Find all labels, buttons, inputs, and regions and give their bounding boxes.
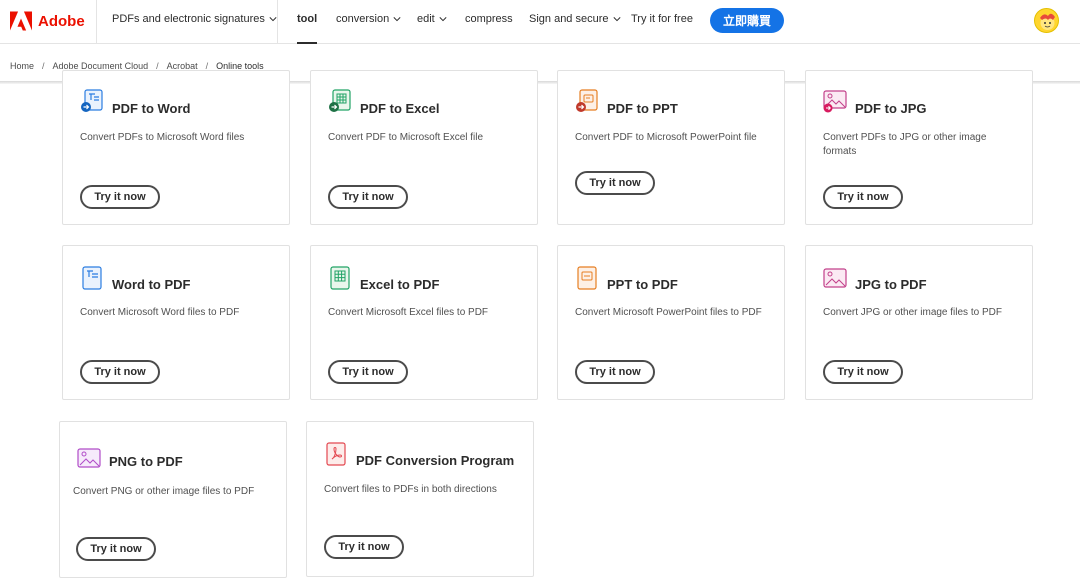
- card-title: PPT to PDF: [607, 277, 678, 292]
- nav-divider: [277, 0, 278, 44]
- excel-to-pdf-icon: [330, 266, 350, 290]
- card-description: Convert Microsoft Word files to PDF: [80, 307, 240, 318]
- adobe-logo-link[interactable]: Adobe: [10, 10, 85, 32]
- nav-sign-secure-menu[interactable]: Sign and secure: [529, 13, 621, 25]
- png-to-pdf-icon: [77, 448, 101, 468]
- try-it-now-button[interactable]: Try it now: [80, 185, 160, 209]
- pdf-to-excel-icon: [329, 89, 351, 112]
- card-description: Convert files to PDFs in both directions: [324, 484, 497, 495]
- card-title: Word to PDF: [112, 277, 191, 292]
- breadcrumb-home[interactable]: Home: [10, 61, 34, 71]
- tool-card-pdf-to-word[interactable]: PDF to Word Convert PDFs to Microsoft Wo…: [62, 70, 290, 225]
- card-title: PDF to JPG: [855, 101, 927, 116]
- try-it-now-button[interactable]: Try it now: [575, 360, 655, 384]
- nav-tool-tab[interactable]: tool: [297, 13, 317, 25]
- chevron-down-icon: [439, 17, 447, 22]
- try-it-now-button[interactable]: Try it now: [823, 360, 903, 384]
- try-it-now-button[interactable]: Try it now: [328, 360, 408, 384]
- card-title: PDF to Excel: [360, 101, 440, 116]
- jpg-to-pdf-icon: [823, 268, 847, 288]
- nav-sign-secure-label: Sign and secure: [529, 13, 609, 25]
- card-title: JPG to PDF: [855, 277, 927, 292]
- card-title: PDF to PPT: [607, 101, 678, 116]
- pdf-to-word-icon: [81, 89, 103, 112]
- tool-card-pdf-to-excel[interactable]: PDF to Excel Convert PDF to Microsoft Ex…: [310, 70, 538, 225]
- nav-try-free-link[interactable]: Try it for free: [631, 13, 693, 25]
- nav-tool-label: tool: [297, 13, 318, 25]
- card-description: Convert PDF to Microsoft PowerPoint file: [575, 132, 757, 143]
- breadcrumb-separator: /: [42, 61, 45, 71]
- card-description: Convert Microsoft Excel files to PDF: [328, 307, 489, 318]
- nav-divider: [96, 0, 97, 44]
- buy-now-button[interactable]: 立即購買: [710, 8, 784, 33]
- tool-card-ppt-to-pdf[interactable]: PPT to PDF Convert Microsoft PowerPoint …: [557, 245, 785, 400]
- card-description: Convert PDFs to JPG or other image forma…: [823, 132, 987, 157]
- tool-card-pdf-to-jpg[interactable]: PDF to JPG Convert PDFs to JPG or other …: [805, 70, 1033, 225]
- card-description: Convert Microsoft PowerPoint files to PD…: [575, 307, 762, 318]
- card-title: Excel to PDF: [360, 277, 440, 292]
- try-it-now-button[interactable]: Try it now: [324, 535, 404, 559]
- nav-conversion-label: conversion: [336, 13, 390, 25]
- avatar-face-icon: [1040, 13, 1055, 30]
- pdf-to-jpg-icon: [823, 90, 847, 113]
- nav-pdfs-esign-menu[interactable]: PDFs and electronic signatures: [112, 13, 277, 25]
- card-title: PDF Conversion Program: [356, 453, 515, 468]
- chevron-down-icon: [393, 17, 401, 22]
- card-title: PDF to Word: [112, 101, 191, 116]
- tool-card-png-to-pdf[interactable]: PNG to PDF Convert PNG or other image fi…: [59, 421, 287, 578]
- try-it-now-button[interactable]: Try it now: [328, 185, 408, 209]
- card-description: Convert PDF to Microsoft Excel file: [328, 132, 484, 143]
- nav-compress-label: compress: [465, 13, 513, 25]
- top-navigation: Adobe PDFs and electronic signatures too…: [0, 0, 1080, 44]
- chevron-down-icon: [269, 17, 277, 22]
- nav-edit-menu[interactable]: edit: [417, 13, 447, 25]
- nav-pdfs-esign-label: PDFs and electronic signatures: [112, 13, 265, 25]
- try-it-now-button[interactable]: Try it now: [575, 171, 655, 195]
- card-description: Convert PDFs to Microsoft Word files: [80, 132, 245, 143]
- card-title: PNG to PDF: [109, 454, 183, 469]
- adobe-logo-icon: [10, 11, 32, 31]
- tool-card-pdf-to-ppt[interactable]: PDF to PPT Convert PDF to Microsoft Powe…: [557, 70, 785, 225]
- try-it-now-button[interactable]: Try it now: [823, 185, 903, 209]
- active-tab-indicator: [297, 42, 317, 44]
- tool-card-pdf-conversion-program[interactable]: PDF Conversion Program Convert files to …: [306, 421, 534, 577]
- pdf-to-ppt-icon: [576, 89, 598, 112]
- tool-card-excel-to-pdf[interactable]: Excel to PDF Convert Microsoft Excel fil…: [310, 245, 538, 400]
- nav-compress-link[interactable]: compress: [465, 13, 513, 25]
- nav-try-free-label: Try it for free: [631, 13, 693, 25]
- chevron-down-icon: [612, 17, 621, 22]
- card-description: Convert JPG or other image files to PDF: [823, 307, 1002, 318]
- ppt-to-pdf-icon: [577, 266, 597, 290]
- tool-card-jpg-to-pdf[interactable]: JPG to PDF Convert JPG or other image fi…: [805, 245, 1033, 400]
- try-it-now-button[interactable]: Try it now: [80, 360, 160, 384]
- try-it-now-button[interactable]: Try it now: [76, 537, 156, 561]
- pdf-document-icon: [326, 442, 346, 466]
- nav-conversion-menu[interactable]: conversion: [336, 13, 401, 25]
- word-to-pdf-icon: [82, 266, 102, 290]
- card-description: Convert PNG or other image files to PDF: [73, 486, 255, 497]
- user-avatar[interactable]: [1034, 8, 1059, 33]
- nav-edit-label: edit: [417, 13, 435, 25]
- brand-name: Adobe: [38, 12, 85, 30]
- tool-card-word-to-pdf[interactable]: Word to PDF Convert Microsoft Word files…: [62, 245, 290, 400]
